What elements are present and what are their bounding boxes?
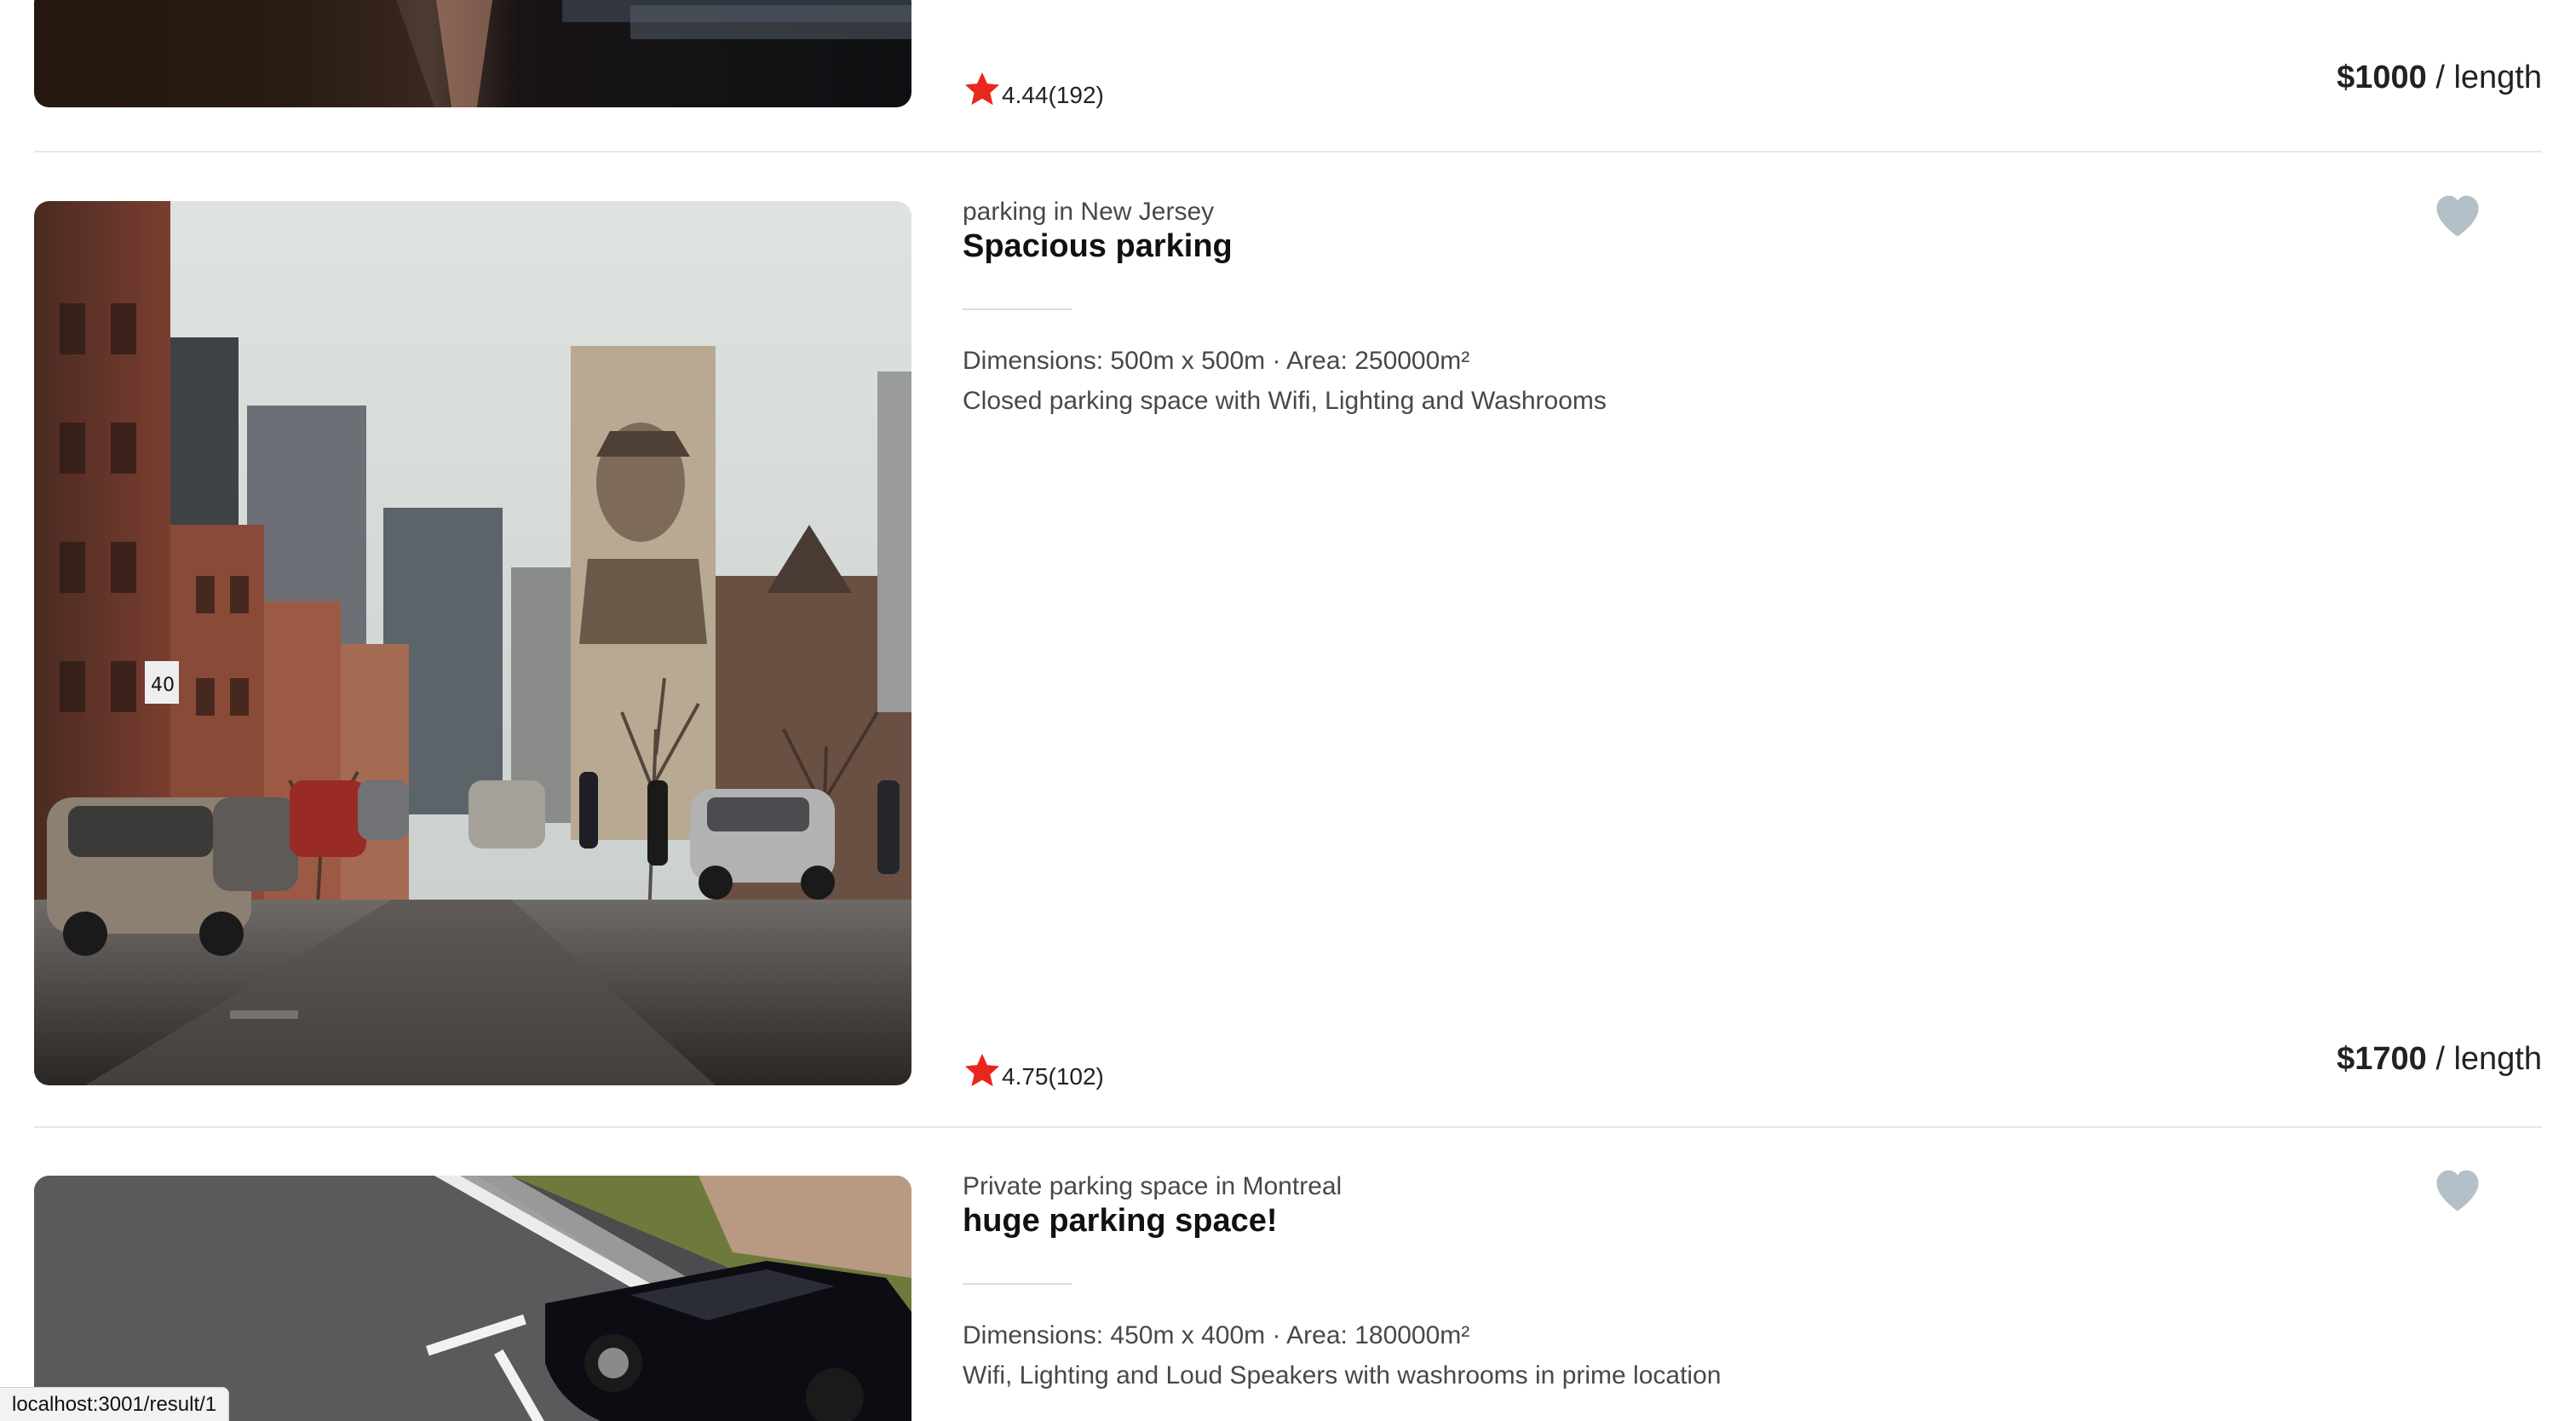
listing-card[interactable]: 4.44 (192) $1000 / length [34, 0, 2542, 119]
listing-card[interactable]: Private parking space in Montreal huge p… [34, 1170, 2542, 1421]
listing-photo[interactable] [34, 0, 911, 107]
rating: 4.44 (192) [963, 66, 1104, 109]
review-count: (102) [1048, 1063, 1104, 1090]
star-icon [964, 1053, 1000, 1087]
rating-value: 4.44 [1002, 82, 1049, 108]
svg-text:40: 40 [151, 675, 175, 696]
listing-description: Wifi, Lighting and Loud Speakers with wa… [963, 1361, 1722, 1389]
price-unit: / length [2426, 60, 2542, 95]
title-separator [963, 1283, 1072, 1285]
price-unit: / length [2426, 1041, 2542, 1077]
listing-photo-image [34, 1176, 911, 1421]
listing-dimensions: Dimensions: 450m x 400m · Area: 180000m² [963, 1321, 1470, 1349]
price-amount: $1700 [2337, 1041, 2427, 1077]
browser-status-bar: localhost:3001/result/1 [0, 1387, 230, 1421]
star-shape [964, 1053, 1000, 1087]
listing-dimensions: Dimensions: 500m x 500m · Area: 250000m² [963, 347, 1470, 375]
rating: 4.75 (102) [963, 1048, 1104, 1090]
listing-location: Private parking space in Montreal [963, 1172, 1343, 1200]
search-results-page: 4.44 (192) $1000 / length 40 parking in … [0, 0, 2576, 1421]
listing-title[interactable]: Spacious parking [963, 228, 1233, 265]
listing-photo-image: 40 [34, 201, 911, 1085]
listing-details: Dimensions: 450m x 400m · Area: 180000m²… [963, 1315, 1721, 1395]
listing-description: Closed parking space with Wifi, Lighting… [963, 387, 1607, 415]
listing-location: parking in New Jersey [963, 198, 1215, 226]
price: $1700 / length [2337, 1041, 2542, 1078]
status-url: localhost:3001/result/1 [12, 1393, 217, 1416]
listing-photo-image [34, 0, 911, 107]
listing-divider [34, 1126, 2542, 1128]
listing-card[interactable]: 40 parking in New Jersey Spacious parkin… [34, 195, 2542, 1090]
listing-divider [34, 151, 2542, 152]
listing-title[interactable]: huge parking space! [963, 1203, 1278, 1240]
star-icon [964, 72, 1000, 106]
heart-icon[interactable] [2431, 1164, 2484, 1217]
listing-details: Dimensions: 500m x 500m · Area: 250000m²… [963, 341, 1607, 421]
title-separator [963, 308, 1072, 310]
heart-icon[interactable] [2431, 189, 2484, 242]
review-count: (192) [1048, 82, 1104, 108]
rating-value: 4.75 [1002, 1063, 1049, 1090]
star-shape [964, 72, 1000, 106]
price: $1000 / length [2337, 60, 2542, 96]
price-amount: $1000 [2337, 60, 2427, 95]
listing-photo[interactable] [34, 1176, 911, 1421]
listing-photo[interactable]: 40 [34, 201, 911, 1085]
